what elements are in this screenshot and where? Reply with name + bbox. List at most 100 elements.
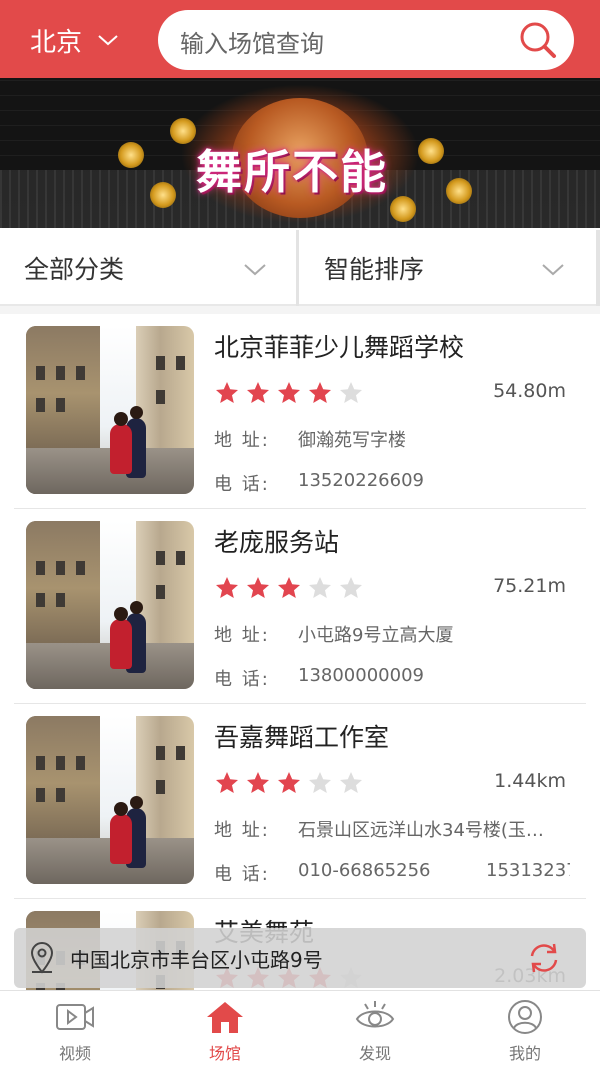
search-input[interactable]: 输入场馆查询 (158, 10, 574, 70)
phone-label: 电 话: (214, 474, 270, 495)
thumb-window (36, 593, 45, 607)
venue-address: 御瀚苑写字楼 (298, 430, 406, 451)
filter-divider (296, 230, 299, 306)
thumb-window (176, 746, 185, 760)
star-icon (340, 772, 362, 793)
venue-name: 老庞服务站 (214, 528, 340, 557)
thumb-window (56, 593, 65, 607)
venue-list-item[interactable]: 北京菲菲少儿舞蹈学校 54.80m 地 址: 御瀚苑写字楼电 话: 1352022660… (0, 314, 600, 509)
thumb-dancer (110, 814, 132, 864)
thumb-dancer-head (130, 601, 143, 614)
thumb-window (156, 356, 165, 370)
venue-phone[interactable]: 13520226609 (298, 470, 424, 491)
sort-filter-label: 智能排序 (324, 255, 425, 284)
chevron-down-icon (98, 35, 118, 46)
thumb-window (156, 585, 165, 599)
thumb-window (156, 551, 165, 565)
filter-bar: 全部分类 智能排序 (0, 230, 600, 306)
eye-icon (355, 1001, 395, 1028)
venue-thumbnail (26, 716, 194, 884)
speaker-icon (390, 196, 416, 222)
venue-phone[interactable]: 13800000009 (298, 665, 424, 686)
search-icon[interactable] (516, 18, 560, 62)
venue-thumbnail (26, 326, 194, 494)
thumb-window (36, 756, 45, 770)
star-icon (278, 382, 300, 403)
thumb-dancer-head (130, 796, 143, 809)
venue-address: 石景山区远洋山水34号楼(玉… (298, 820, 544, 841)
thumb-dancer (110, 619, 132, 669)
venue-distance: 54.80m (493, 380, 566, 402)
star-icon (247, 382, 269, 403)
tab-discover-label: 发现 (358, 1044, 391, 1063)
star-icon (216, 577, 238, 598)
venue-list-item[interactable]: 老庞服务站 75.21m 地 址: 小屯路9号立高大厦电 话: 13800000009 (0, 509, 600, 704)
star-icon (340, 382, 362, 403)
filter-divider (596, 230, 600, 306)
chevron-down-icon (542, 264, 564, 276)
thumb-dancer-head (114, 607, 128, 621)
thumb-window (36, 398, 45, 412)
sort-filter[interactable]: 智能排序 (324, 230, 574, 306)
user-icon (508, 1000, 542, 1034)
tab-discover[interactable]: 发现 (300, 991, 450, 1067)
venue-address: 小屯路9号立高大厦 (298, 625, 454, 646)
thumb-window (156, 746, 165, 760)
city-selector[interactable]: 北京 (30, 22, 120, 58)
category-filter[interactable]: 全部分类 (24, 230, 274, 306)
star-icon (278, 577, 300, 598)
venue-distance: 1.44km (494, 770, 566, 792)
thumb-window (56, 756, 65, 770)
star-icon (216, 382, 238, 403)
video-icon (56, 1004, 94, 1030)
star-icon (278, 772, 300, 793)
tab-venues[interactable]: 场馆 (150, 991, 300, 1067)
address-label: 地 址: (214, 820, 270, 841)
refresh-icon[interactable] (526, 940, 562, 976)
promo-banner[interactable]: 舞所不能 (0, 78, 600, 228)
tab-venues-label: 场馆 (208, 1044, 241, 1063)
venue-rating (214, 770, 369, 796)
thumb-window (56, 788, 65, 802)
thumb-window (36, 561, 45, 575)
star-icon (309, 772, 331, 793)
top-bar: 北京 输入场馆查询 (0, 0, 600, 78)
venue-name: 北京菲菲少儿舞蹈学校 (214, 333, 465, 362)
speaker-icon (170, 118, 196, 144)
speaker-icon (118, 142, 144, 168)
speaker-icon (418, 138, 444, 164)
thumb-window (156, 780, 165, 794)
venue-distance: 75.21m (493, 575, 566, 597)
venue-phone-secondary[interactable]: 15313237 (486, 860, 570, 881)
phone-label: 电 话: (214, 864, 270, 885)
venue-phone[interactable]: 010-66865256 (298, 860, 430, 881)
thumb-window (56, 366, 65, 380)
banner-logo: 舞所不能 (196, 145, 388, 199)
speaker-icon (446, 178, 472, 204)
venue-rating (214, 575, 369, 601)
tab-mine[interactable]: 我的 (450, 991, 600, 1067)
star-icon (309, 577, 331, 598)
thumb-window (176, 551, 185, 565)
venue-list-item[interactable]: 吾嘉舞蹈工作室 1.44km 地 址: 石景山区远洋山水34号楼(玉… 电 话: 010-… (0, 704, 600, 899)
category-filter-label: 全部分类 (24, 255, 125, 284)
location-text: 中国北京市丰台区小屯路9号 (70, 948, 323, 972)
thumb-window (76, 366, 85, 380)
thumb-window (156, 390, 165, 404)
city-name: 北京 (30, 27, 83, 58)
home-icon (207, 1002, 243, 1033)
star-icon (309, 382, 331, 403)
location-bar[interactable]: 中国北京市丰台区小屯路9号 (14, 928, 586, 988)
tab-video[interactable]: 视频 (0, 991, 150, 1067)
star-icon (340, 577, 362, 598)
thumb-window (56, 398, 65, 412)
thumb-dancer-head (114, 412, 128, 426)
star-icon (216, 772, 238, 793)
thumb-window (36, 788, 45, 802)
speaker-icon (150, 182, 176, 208)
thumb-window (176, 356, 185, 370)
star-icon (247, 577, 269, 598)
thumb-dancer-head (130, 406, 143, 419)
chevron-down-icon (244, 264, 266, 276)
thumb-window (56, 561, 65, 575)
